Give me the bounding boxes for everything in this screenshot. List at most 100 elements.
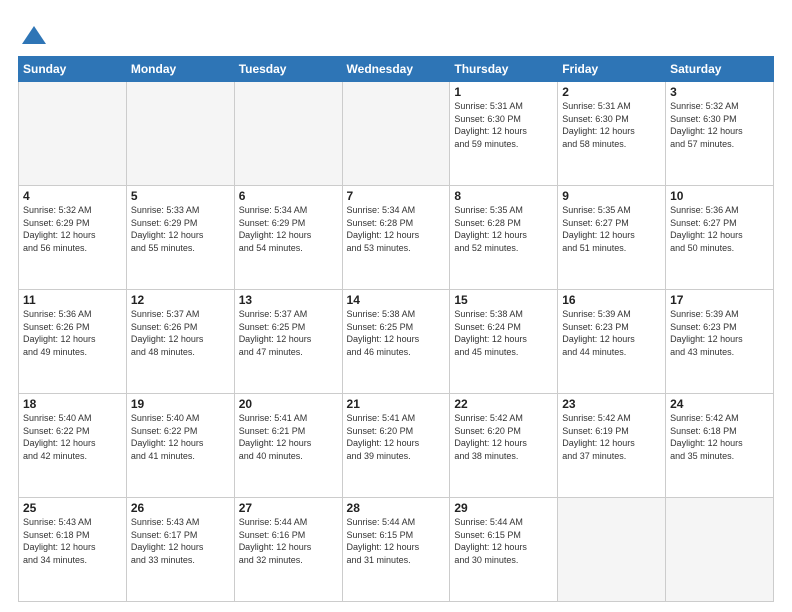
calendar-cell: 28Sunrise: 5:44 AM Sunset: 6:15 PM Dayli… xyxy=(342,498,450,602)
day-number: 3 xyxy=(670,85,769,99)
calendar-cell: 11Sunrise: 5:36 AM Sunset: 6:26 PM Dayli… xyxy=(19,290,127,394)
day-number: 15 xyxy=(454,293,553,307)
calendar-week-row: 18Sunrise: 5:40 AM Sunset: 6:22 PM Dayli… xyxy=(19,394,774,498)
day-number: 20 xyxy=(239,397,338,411)
day-info: Sunrise: 5:42 AM Sunset: 6:19 PM Dayligh… xyxy=(562,412,661,462)
calendar-cell: 15Sunrise: 5:38 AM Sunset: 6:24 PM Dayli… xyxy=(450,290,558,394)
day-number: 9 xyxy=(562,189,661,203)
day-info: Sunrise: 5:39 AM Sunset: 6:23 PM Dayligh… xyxy=(562,308,661,358)
calendar-cell: 20Sunrise: 5:41 AM Sunset: 6:21 PM Dayli… xyxy=(234,394,342,498)
calendar-cell: 2Sunrise: 5:31 AM Sunset: 6:30 PM Daylig… xyxy=(558,82,666,186)
day-number: 17 xyxy=(670,293,769,307)
page: SundayMondayTuesdayWednesdayThursdayFrid… xyxy=(0,0,792,612)
day-info: Sunrise: 5:40 AM Sunset: 6:22 PM Dayligh… xyxy=(23,412,122,462)
calendar-cell xyxy=(666,498,774,602)
day-number: 1 xyxy=(454,85,553,99)
calendar-cell: 6Sunrise: 5:34 AM Sunset: 6:29 PM Daylig… xyxy=(234,186,342,290)
calendar-cell: 29Sunrise: 5:44 AM Sunset: 6:15 PM Dayli… xyxy=(450,498,558,602)
logo xyxy=(18,22,48,50)
day-header-friday: Friday xyxy=(558,57,666,82)
day-number: 24 xyxy=(670,397,769,411)
day-header-sunday: Sunday xyxy=(19,57,127,82)
calendar-cell xyxy=(558,498,666,602)
day-number: 22 xyxy=(454,397,553,411)
day-number: 11 xyxy=(23,293,122,307)
day-number: 16 xyxy=(562,293,661,307)
calendar-table: SundayMondayTuesdayWednesdayThursdayFrid… xyxy=(18,56,774,602)
day-header-tuesday: Tuesday xyxy=(234,57,342,82)
day-info: Sunrise: 5:44 AM Sunset: 6:15 PM Dayligh… xyxy=(347,516,446,566)
day-number: 12 xyxy=(131,293,230,307)
day-info: Sunrise: 5:34 AM Sunset: 6:29 PM Dayligh… xyxy=(239,204,338,254)
day-header-wednesday: Wednesday xyxy=(342,57,450,82)
day-info: Sunrise: 5:42 AM Sunset: 6:18 PM Dayligh… xyxy=(670,412,769,462)
calendar-cell: 8Sunrise: 5:35 AM Sunset: 6:28 PM Daylig… xyxy=(450,186,558,290)
calendar-cell xyxy=(126,82,234,186)
day-info: Sunrise: 5:44 AM Sunset: 6:16 PM Dayligh… xyxy=(239,516,338,566)
calendar-cell: 23Sunrise: 5:42 AM Sunset: 6:19 PM Dayli… xyxy=(558,394,666,498)
day-number: 13 xyxy=(239,293,338,307)
day-info: Sunrise: 5:32 AM Sunset: 6:29 PM Dayligh… xyxy=(23,204,122,254)
calendar-cell: 13Sunrise: 5:37 AM Sunset: 6:25 PM Dayli… xyxy=(234,290,342,394)
day-info: Sunrise: 5:31 AM Sunset: 6:30 PM Dayligh… xyxy=(454,100,553,150)
day-number: 23 xyxy=(562,397,661,411)
calendar-cell: 25Sunrise: 5:43 AM Sunset: 6:18 PM Dayli… xyxy=(19,498,127,602)
day-info: Sunrise: 5:36 AM Sunset: 6:26 PM Dayligh… xyxy=(23,308,122,358)
day-number: 21 xyxy=(347,397,446,411)
calendar-cell: 12Sunrise: 5:37 AM Sunset: 6:26 PM Dayli… xyxy=(126,290,234,394)
header xyxy=(18,18,774,50)
day-info: Sunrise: 5:37 AM Sunset: 6:25 PM Dayligh… xyxy=(239,308,338,358)
day-info: Sunrise: 5:43 AM Sunset: 6:17 PM Dayligh… xyxy=(131,516,230,566)
day-info: Sunrise: 5:41 AM Sunset: 6:21 PM Dayligh… xyxy=(239,412,338,462)
day-info: Sunrise: 5:36 AM Sunset: 6:27 PM Dayligh… xyxy=(670,204,769,254)
calendar-cell: 14Sunrise: 5:38 AM Sunset: 6:25 PM Dayli… xyxy=(342,290,450,394)
day-info: Sunrise: 5:38 AM Sunset: 6:25 PM Dayligh… xyxy=(347,308,446,358)
day-info: Sunrise: 5:37 AM Sunset: 6:26 PM Dayligh… xyxy=(131,308,230,358)
day-number: 5 xyxy=(131,189,230,203)
day-number: 29 xyxy=(454,501,553,515)
calendar-cell: 7Sunrise: 5:34 AM Sunset: 6:28 PM Daylig… xyxy=(342,186,450,290)
day-number: 19 xyxy=(131,397,230,411)
day-info: Sunrise: 5:33 AM Sunset: 6:29 PM Dayligh… xyxy=(131,204,230,254)
calendar-week-row: 11Sunrise: 5:36 AM Sunset: 6:26 PM Dayli… xyxy=(19,290,774,394)
day-number: 14 xyxy=(347,293,446,307)
day-info: Sunrise: 5:31 AM Sunset: 6:30 PM Dayligh… xyxy=(562,100,661,150)
calendar-cell: 3Sunrise: 5:32 AM Sunset: 6:30 PM Daylig… xyxy=(666,82,774,186)
calendar-cell: 10Sunrise: 5:36 AM Sunset: 6:27 PM Dayli… xyxy=(666,186,774,290)
calendar-cell: 9Sunrise: 5:35 AM Sunset: 6:27 PM Daylig… xyxy=(558,186,666,290)
calendar-cell: 5Sunrise: 5:33 AM Sunset: 6:29 PM Daylig… xyxy=(126,186,234,290)
calendar-cell: 16Sunrise: 5:39 AM Sunset: 6:23 PM Dayli… xyxy=(558,290,666,394)
day-number: 26 xyxy=(131,501,230,515)
day-info: Sunrise: 5:38 AM Sunset: 6:24 PM Dayligh… xyxy=(454,308,553,358)
calendar-cell: 18Sunrise: 5:40 AM Sunset: 6:22 PM Dayli… xyxy=(19,394,127,498)
calendar-cell: 26Sunrise: 5:43 AM Sunset: 6:17 PM Dayli… xyxy=(126,498,234,602)
day-header-monday: Monday xyxy=(126,57,234,82)
calendar-cell: 24Sunrise: 5:42 AM Sunset: 6:18 PM Dayli… xyxy=(666,394,774,498)
calendar-header-row: SundayMondayTuesdayWednesdayThursdayFrid… xyxy=(19,57,774,82)
day-info: Sunrise: 5:35 AM Sunset: 6:27 PM Dayligh… xyxy=(562,204,661,254)
day-info: Sunrise: 5:41 AM Sunset: 6:20 PM Dayligh… xyxy=(347,412,446,462)
day-number: 27 xyxy=(239,501,338,515)
calendar-week-row: 1Sunrise: 5:31 AM Sunset: 6:30 PM Daylig… xyxy=(19,82,774,186)
day-number: 4 xyxy=(23,189,122,203)
calendar-cell: 4Sunrise: 5:32 AM Sunset: 6:29 PM Daylig… xyxy=(19,186,127,290)
calendar-cell xyxy=(19,82,127,186)
day-info: Sunrise: 5:42 AM Sunset: 6:20 PM Dayligh… xyxy=(454,412,553,462)
day-info: Sunrise: 5:34 AM Sunset: 6:28 PM Dayligh… xyxy=(347,204,446,254)
day-header-thursday: Thursday xyxy=(450,57,558,82)
calendar-week-row: 4Sunrise: 5:32 AM Sunset: 6:29 PM Daylig… xyxy=(19,186,774,290)
day-number: 18 xyxy=(23,397,122,411)
calendar-cell xyxy=(234,82,342,186)
calendar-cell xyxy=(342,82,450,186)
day-info: Sunrise: 5:39 AM Sunset: 6:23 PM Dayligh… xyxy=(670,308,769,358)
day-header-saturday: Saturday xyxy=(666,57,774,82)
day-info: Sunrise: 5:40 AM Sunset: 6:22 PM Dayligh… xyxy=(131,412,230,462)
logo-icon xyxy=(20,22,48,50)
day-number: 25 xyxy=(23,501,122,515)
day-info: Sunrise: 5:43 AM Sunset: 6:18 PM Dayligh… xyxy=(23,516,122,566)
calendar-week-row: 25Sunrise: 5:43 AM Sunset: 6:18 PM Dayli… xyxy=(19,498,774,602)
calendar-cell: 21Sunrise: 5:41 AM Sunset: 6:20 PM Dayli… xyxy=(342,394,450,498)
calendar-cell: 22Sunrise: 5:42 AM Sunset: 6:20 PM Dayli… xyxy=(450,394,558,498)
day-number: 28 xyxy=(347,501,446,515)
calendar-cell: 17Sunrise: 5:39 AM Sunset: 6:23 PM Dayli… xyxy=(666,290,774,394)
